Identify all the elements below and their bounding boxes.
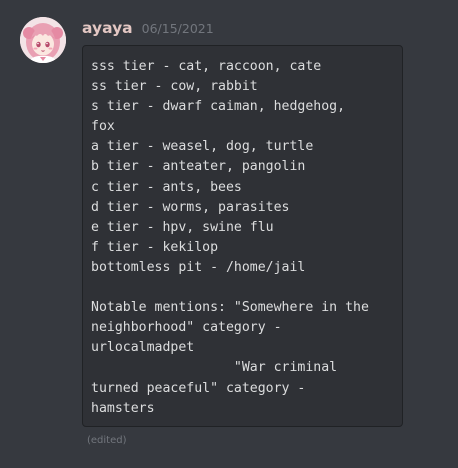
code-line: a tier - weasel, dog, turtle <box>91 139 314 155</box>
code-line: ss tier - cow, rabbit <box>91 79 258 95</box>
code-line: urlocalmadpet <box>91 340 195 356</box>
message-header: ayaya 06/15/2021 <box>82 19 214 41</box>
code-line: c tier - ants, bees <box>91 179 242 195</box>
code-line: b tier - anteater, pangolin <box>91 159 306 175</box>
code-line: bottomless pit - /home/jail <box>91 259 306 275</box>
code-line: hamsters <box>91 400 155 416</box>
anime-girl-avatar-icon <box>20 17 66 63</box>
user-avatar[interactable] <box>20 17 66 63</box>
code-line: fox <box>91 119 115 135</box>
code-line: "War criminal <box>91 360 338 376</box>
code-line: sss tier - cat, raccoon, cate <box>91 59 322 74</box>
code-line: e tier - hpv, swine flu <box>91 219 274 235</box>
code-line: f tier - kekilop <box>91 239 219 255</box>
edited-indicator: (edited) <box>87 435 127 446</box>
code-line: Notable mentions: "Somewhere in the <box>91 300 369 316</box>
chat-message: ayaya 06/15/2021 sss tier - cat, raccoon… <box>0 0 458 468</box>
code-line: turned peaceful" category - <box>91 380 306 396</box>
code-line: s tier - dwarf caiman, hedgehog, <box>91 99 346 115</box>
username[interactable]: ayaya <box>82 19 133 37</box>
code-block-text: sss tier - cat, raccoon, cate ss tier - … <box>91 57 402 419</box>
code-line: d tier - worms, parasites <box>91 199 290 215</box>
code-block: sss tier - cat, raccoon, cate ss tier - … <box>82 45 403 427</box>
message-timestamp: 06/15/2021 <box>141 21 214 36</box>
code-line: neighborhood" category - <box>91 320 282 336</box>
